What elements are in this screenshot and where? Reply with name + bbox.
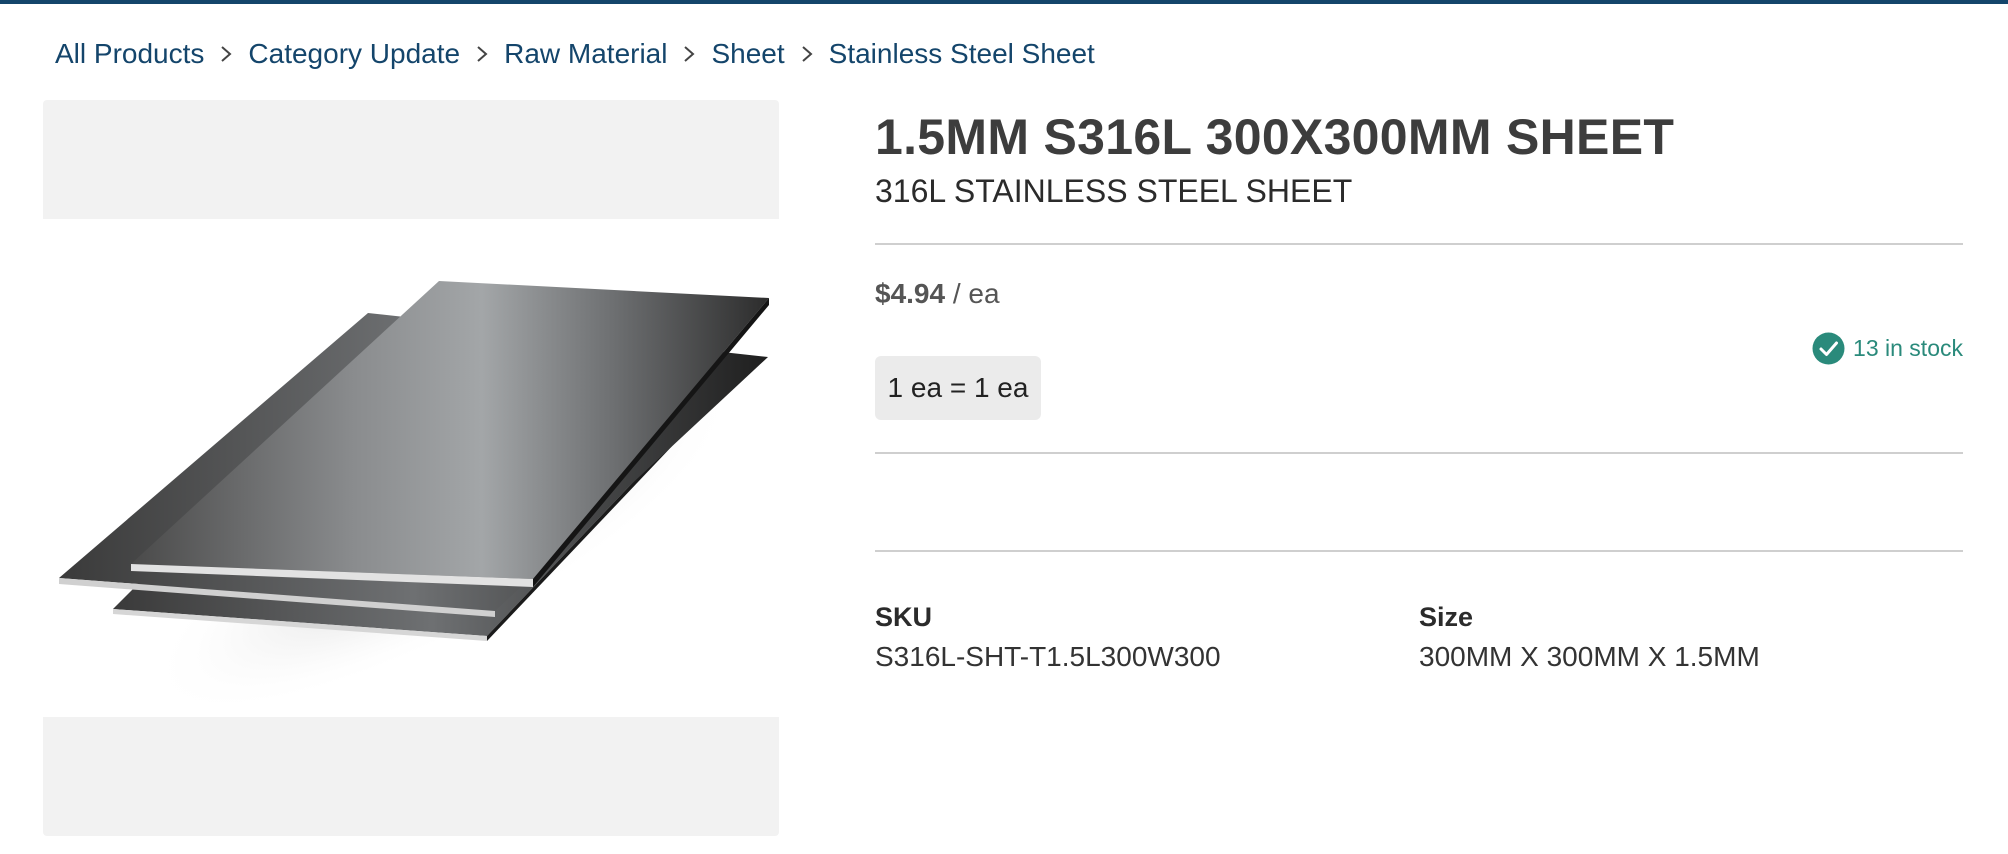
product-subtitle: 316L STAINLESS STEEL SHEET: [875, 173, 1353, 209]
divider: [875, 452, 1963, 454]
chevron-right-icon: [785, 45, 829, 63]
stock-text: 13 in stock: [1853, 335, 1963, 361]
sku-label: SKU: [875, 602, 933, 632]
sku-value: S316L-SHT-T1.5L300W300: [875, 641, 1221, 672]
size-value: 300MM X 300MM X 1.5MM: [1419, 641, 1760, 672]
product-image-gallery[interactable]: [43, 100, 779, 836]
steel-sheet-product-image: [59, 281, 769, 716]
stock-status: 13 in stock: [1812, 332, 1963, 365]
price-unit: / ea: [952, 278, 1000, 309]
gallery-bottom-band: [43, 717, 779, 836]
price-value: $4.94: [875, 278, 946, 309]
breadcrumb-sheet[interactable]: Sheet: [711, 38, 784, 70]
top-accent-bar: [0, 0, 2008, 4]
chevron-right-icon: [204, 45, 248, 63]
divider: [875, 550, 1963, 552]
product-title: 1.5MM S316L 300X300MM SHEET: [875, 109, 1675, 165]
price-block: $4.94 / ea: [875, 278, 1000, 310]
divider: [875, 243, 1963, 245]
chevron-right-icon: [667, 45, 711, 63]
breadcrumb-category-update[interactable]: Category Update: [248, 38, 460, 70]
size-label: Size: [1419, 602, 1474, 632]
check-circle-icon: [1812, 332, 1845, 365]
uom-conversion-chip[interactable]: 1 ea = 1 ea: [875, 356, 1041, 420]
breadcrumb-stainless-steel-sheet[interactable]: Stainless Steel Sheet: [829, 38, 1095, 70]
breadcrumb: All Products Category Update Raw Materia…: [55, 34, 1095, 74]
breadcrumb-all-products[interactable]: All Products: [55, 38, 204, 70]
chevron-right-icon: [460, 45, 504, 63]
breadcrumb-raw-material[interactable]: Raw Material: [504, 38, 667, 70]
gallery-top-band: [43, 100, 779, 219]
